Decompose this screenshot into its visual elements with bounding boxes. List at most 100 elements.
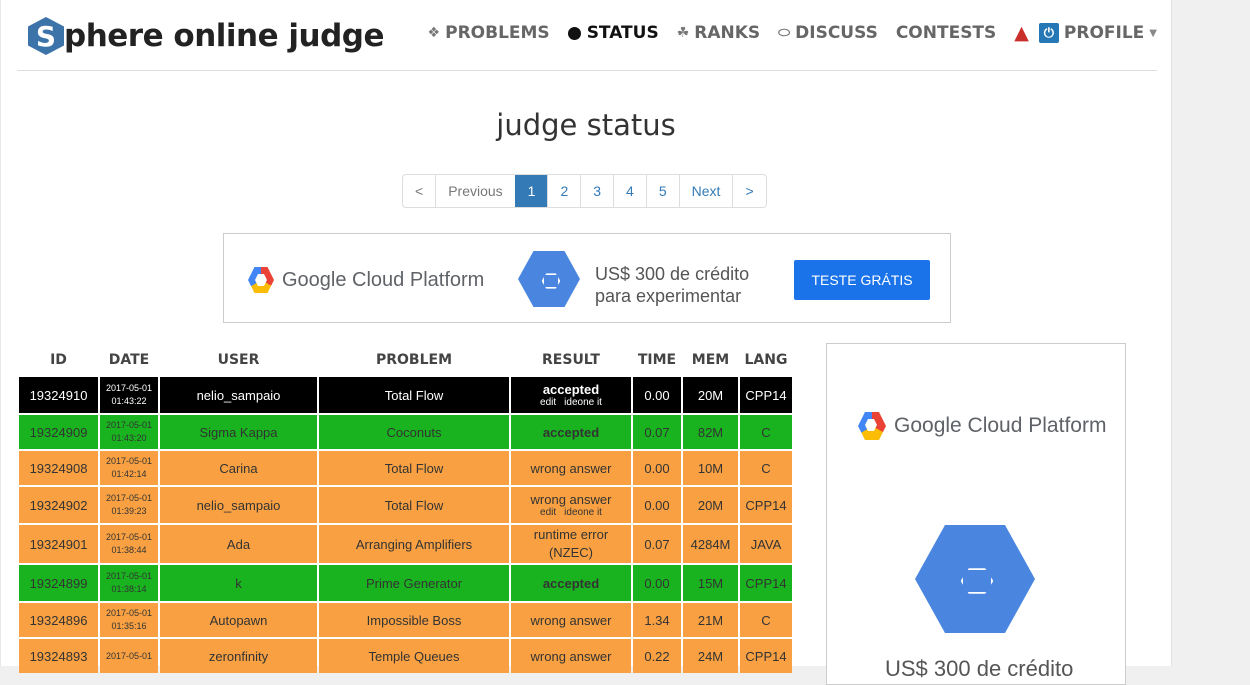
dot-icon — [567, 26, 581, 40]
memory: 20M — [683, 487, 738, 523]
ad-sidebar[interactable]: Google Cloud Platform US$ 300 de crédito — [826, 343, 1126, 685]
pagination-page-1[interactable]: 1 — [514, 175, 548, 207]
result-links: edit ideone it — [511, 397, 631, 409]
pagination-page-4[interactable]: 4 — [613, 175, 646, 207]
result-cell: runtime error (NZEC) — [511, 525, 631, 563]
nav-status[interactable]: STATUS — [567, 23, 659, 43]
exec-time: 0.00 — [633, 565, 681, 601]
language: JAVA — [740, 525, 792, 563]
nav-ranks[interactable]: ☘ RANKS — [677, 23, 760, 43]
table-row: 19324893 2017-05-01 zeronfinity Temple Queu… — [19, 639, 792, 673]
nav-profile[interactable]: ⏻ PROFILE ▼ — [1038, 23, 1157, 43]
page-title: judge status — [496, 108, 676, 142]
user-link[interactable]: k — [160, 565, 317, 601]
warning-icon: ▲ — [1014, 22, 1029, 44]
pagination: < Previous 1 2 3 4 5 Next > — [402, 174, 767, 208]
problem-link[interactable]: Total Flow — [319, 377, 509, 413]
submission-id[interactable]: 19324909 — [19, 415, 98, 449]
submission-id[interactable]: 19324896 — [19, 603, 98, 637]
ideone-link[interactable]: ideone it — [564, 397, 602, 408]
submission-id[interactable]: 19324902 — [19, 487, 98, 523]
user-link[interactable]: nelio_sampaio — [160, 487, 317, 523]
date-value: 2017-05-01 — [105, 532, 153, 542]
chip-icon — [915, 525, 1035, 633]
result-cell: wrong answer — [511, 639, 631, 673]
memory: 15M — [683, 565, 738, 601]
memory: 82M — [683, 415, 738, 449]
nav-status-label: STATUS — [586, 23, 659, 43]
table-body: 19324910 2017-05-01 01:43:22 nelio_sampaio T… — [19, 377, 792, 673]
caret-down-icon: ▼ — [1149, 27, 1157, 39]
puzzle-icon: ❖ — [427, 25, 441, 41]
pagination-previous[interactable]: Previous — [435, 175, 514, 207]
submission-id[interactable]: 19324908 — [19, 451, 98, 485]
problem-link[interactable]: Prime Generator — [319, 565, 509, 601]
date-value: 2017-05-01 — [105, 608, 153, 618]
power-icon: ⏻ — [1038, 23, 1059, 43]
alert-button[interactable]: ▲ — [1014, 22, 1029, 44]
pagination-page-5[interactable]: 5 — [645, 175, 679, 207]
col-time: TIME — [637, 352, 677, 368]
problem-link[interactable]: Total Flow — [319, 487, 509, 523]
ad-cta-button[interactable]: TESTE GRÁTIS — [794, 260, 930, 300]
submission-id[interactable]: 19324893 — [19, 639, 98, 673]
pagination-page-3[interactable]: 3 — [580, 175, 613, 207]
problem-link[interactable]: Temple Queues — [319, 639, 509, 673]
table-row: 19324910 2017-05-01 01:43:22 nelio_sampaio T… — [19, 377, 792, 413]
problem-link[interactable]: Total Flow — [319, 451, 509, 485]
table-row: 19324896 2017-05-01 01:35:16 Autopawn Imposs… — [19, 603, 792, 637]
user-link[interactable]: Carina — [160, 451, 317, 485]
time-of-day: 01:38:44 — [111, 545, 147, 555]
site-logo[interactable]: S phere online judge — [28, 16, 385, 56]
user-link[interactable]: Sigma Kappa — [160, 415, 317, 449]
pagination-page-2[interactable]: 2 — [547, 175, 580, 207]
ad-line1: US$ 300 de crédito — [595, 264, 750, 284]
pagination-first[interactable]: < — [403, 175, 435, 207]
nav-discuss[interactable]: ⬭ DISCUSS — [778, 23, 878, 43]
user-link[interactable]: Ada — [160, 525, 317, 563]
time-of-day: 01:35:16 — [111, 621, 147, 631]
problem-link[interactable]: Coconuts — [319, 415, 509, 449]
submission-date: 2017-05-01 01:35:16 — [100, 603, 158, 637]
edit-link[interactable]: edit — [540, 397, 556, 408]
problem-link[interactable]: Arranging Amplifiers — [319, 525, 509, 563]
submission-id[interactable]: 19324899 — [19, 565, 98, 601]
gcp-hex-icon — [858, 412, 886, 440]
result-text: accepted — [542, 424, 600, 440]
ideone-link[interactable]: ideone it — [564, 507, 602, 518]
submission-date: 2017-05-01 01:38:44 — [100, 525, 158, 563]
result-links: edit ideone it — [511, 507, 631, 519]
ad-banner[interactable]: Google Cloud Platform US$ 300 de crédito… — [223, 233, 951, 323]
ad-side-line1: US$ 300 de crédito — [885, 656, 1074, 681]
problem-link[interactable]: Impossible Boss — [319, 603, 509, 637]
user-link[interactable]: zeronfinity — [160, 639, 317, 673]
pagination-next[interactable]: Next — [678, 175, 733, 207]
col-result: RESULT — [542, 352, 600, 368]
edit-link[interactable]: edit — [540, 507, 556, 518]
nav-profile-label: PROFILE — [1063, 23, 1145, 43]
nav-contests[interactable]: CONTESTS — [896, 23, 996, 43]
exec-time: 0.00 — [633, 487, 681, 523]
result-text: wrong answer — [530, 612, 612, 628]
result-text: wrong answer — [530, 460, 612, 476]
date-value: 2017-05-01 — [105, 420, 153, 430]
pagination-last[interactable]: > — [732, 175, 765, 207]
result-text: wrong answer — [530, 648, 612, 664]
col-lang: LANG — [744, 352, 788, 368]
date-value: 2017-05-01 — [105, 571, 153, 581]
memory: 4284M — [683, 525, 738, 563]
status-table: ID DATE USER PROBLEM RESULT TIME MEM LAN… — [17, 343, 794, 675]
submission-date: 2017-05-01 01:38:14 — [100, 565, 158, 601]
memory: 10M — [683, 451, 738, 485]
submission-id[interactable]: 19324901 — [19, 525, 98, 563]
user-link[interactable]: Autopawn — [160, 603, 317, 637]
col-id: ID — [50, 352, 67, 368]
nav-problems[interactable]: ❖ PROBLEMS — [428, 23, 550, 43]
user-link[interactable]: nelio_sampaio — [160, 377, 317, 413]
gcp-logo: Google Cloud Platform — [248, 267, 484, 293]
submission-id[interactable]: 19324910 — [19, 377, 98, 413]
time-of-day: 01:43:22 — [111, 396, 147, 406]
col-mem: MEM — [691, 352, 730, 368]
table-row: 19324908 2017-05-01 01:42:14 Carina Total Fl… — [19, 451, 792, 485]
date-value: 2017-05-01 — [105, 383, 153, 393]
